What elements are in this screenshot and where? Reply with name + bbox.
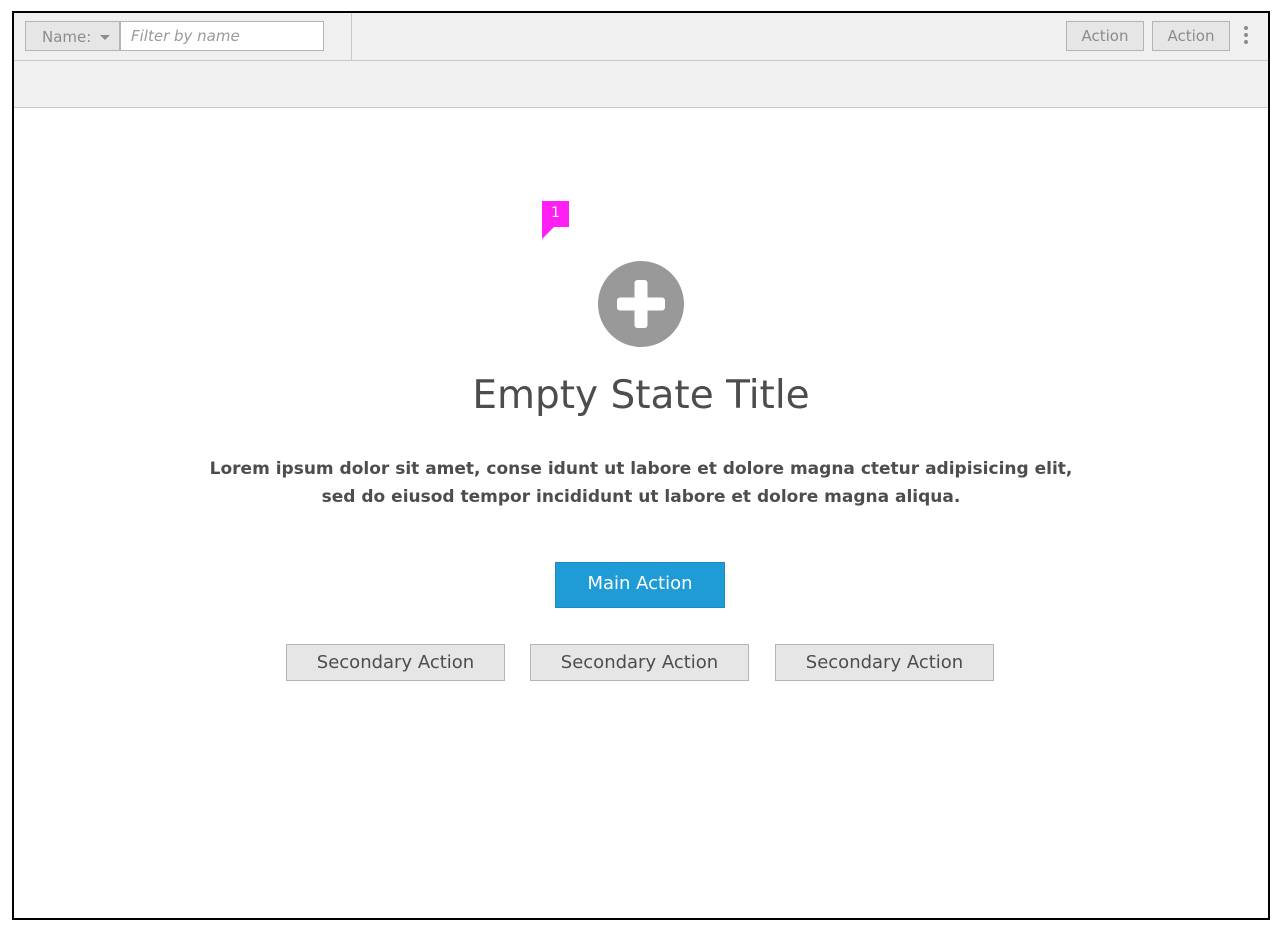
kebab-menu-icon[interactable] xyxy=(1242,26,1250,48)
toolbar-action-button-1[interactable]: Action xyxy=(1066,21,1144,51)
app-window: Name: Action Action 1 Empty State Title … xyxy=(12,11,1270,920)
secondary-action-button-3[interactable]: Secondary Action xyxy=(775,644,994,681)
annotation-marker-tail xyxy=(542,227,554,239)
toolbar-divider xyxy=(351,13,352,60)
secondary-action-button-2[interactable]: Secondary Action xyxy=(530,644,749,681)
empty-state-description: Lorem ipsum dolor sit amet, conse idunt … xyxy=(209,459,1073,507)
toolbar: Name: Action Action xyxy=(14,13,1268,61)
annotation-marker: 1 xyxy=(542,201,569,239)
filter-field-label: Name: xyxy=(42,28,92,46)
filter-input[interactable] xyxy=(120,21,324,51)
chevron-down-icon xyxy=(100,35,110,40)
main-action-button[interactable]: Main Action xyxy=(555,562,725,608)
secondary-toolbar xyxy=(14,61,1268,108)
toolbar-action-button-2[interactable]: Action xyxy=(1152,21,1230,51)
add-circle-icon xyxy=(598,261,684,347)
filter-field-select[interactable]: Name: xyxy=(25,21,120,51)
empty-state-title: Empty State Title xyxy=(472,373,810,418)
secondary-action-button-1[interactable]: Secondary Action xyxy=(286,644,505,681)
annotation-marker-number: 1 xyxy=(551,205,560,221)
